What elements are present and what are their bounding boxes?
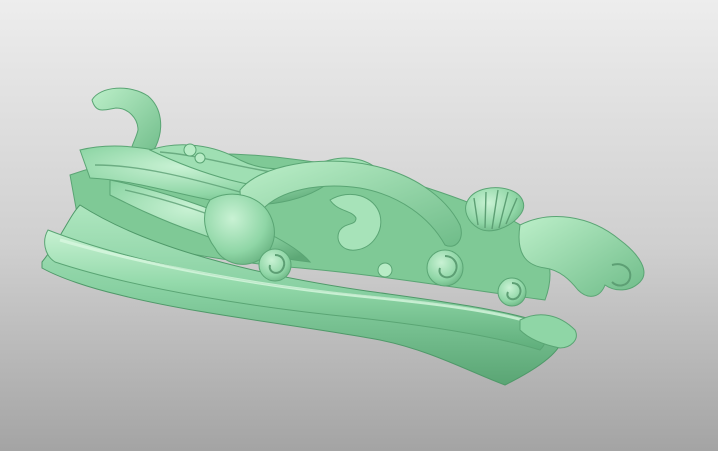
bead-accent-3 [377,262,393,278]
3d-viewport[interactable] [0,0,718,451]
carved-ornament-render[interactable] [0,0,718,451]
bead-accent-2 [194,152,206,164]
bead-accent-1 [183,143,197,157]
spiral-rosette-left [258,248,292,282]
